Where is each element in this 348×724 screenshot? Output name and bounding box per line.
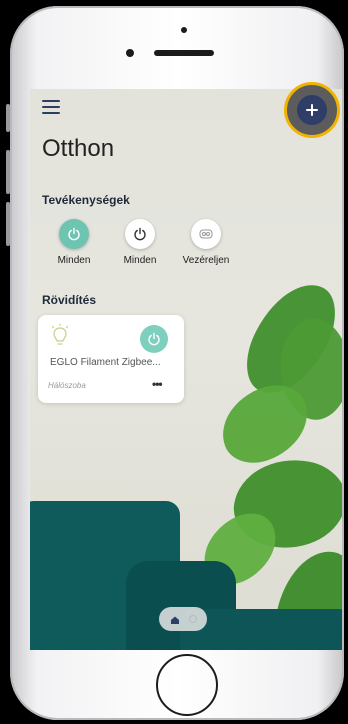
activity-all-off[interactable]: Minden (112, 219, 168, 266)
home-button[interactable] (156, 654, 218, 716)
mute-switch (6, 104, 10, 132)
remote-control-icon (191, 219, 221, 249)
activity-label: Minden (57, 255, 91, 266)
volume-up-button (6, 150, 10, 194)
power-icon (148, 332, 160, 346)
power-icon (125, 219, 155, 249)
card-power-toggle[interactable] (140, 325, 168, 353)
volume-down-button (6, 202, 10, 246)
shortcuts-heading: Rövidítés (42, 293, 97, 307)
activity-all-on[interactable]: Minden (46, 219, 102, 266)
front-camera (126, 49, 134, 57)
front-sensor (181, 27, 187, 33)
device-name: EGLO Filament Zigbee... (50, 357, 161, 368)
home-icon (169, 613, 181, 625)
page-title: Otthon (42, 135, 115, 162)
page-indicator[interactable] (159, 607, 207, 631)
app-screen: Otthon Tevékenységek Minden Minden Vezér… (30, 89, 342, 650)
activity-control[interactable]: Vezéreljen (178, 219, 234, 266)
add-button[interactable] (284, 82, 340, 138)
hamburger-menu-icon[interactable] (42, 100, 60, 114)
activities-heading: Tevékenységek (42, 193, 130, 207)
device-room: Hálószoba (48, 381, 86, 390)
more-options-button[interactable]: ••• (152, 377, 163, 391)
plus-icon (297, 95, 327, 125)
power-icon (59, 219, 89, 249)
lightbulb-icon (50, 323, 70, 354)
earpiece-speaker (154, 50, 214, 56)
shortcut-card[interactable]: EGLO Filament Zigbee... Hálószoba ••• (38, 315, 184, 403)
page-dot (189, 615, 197, 623)
activity-label: Vezéreljen (182, 255, 230, 266)
activity-label: Minden (123, 255, 157, 266)
